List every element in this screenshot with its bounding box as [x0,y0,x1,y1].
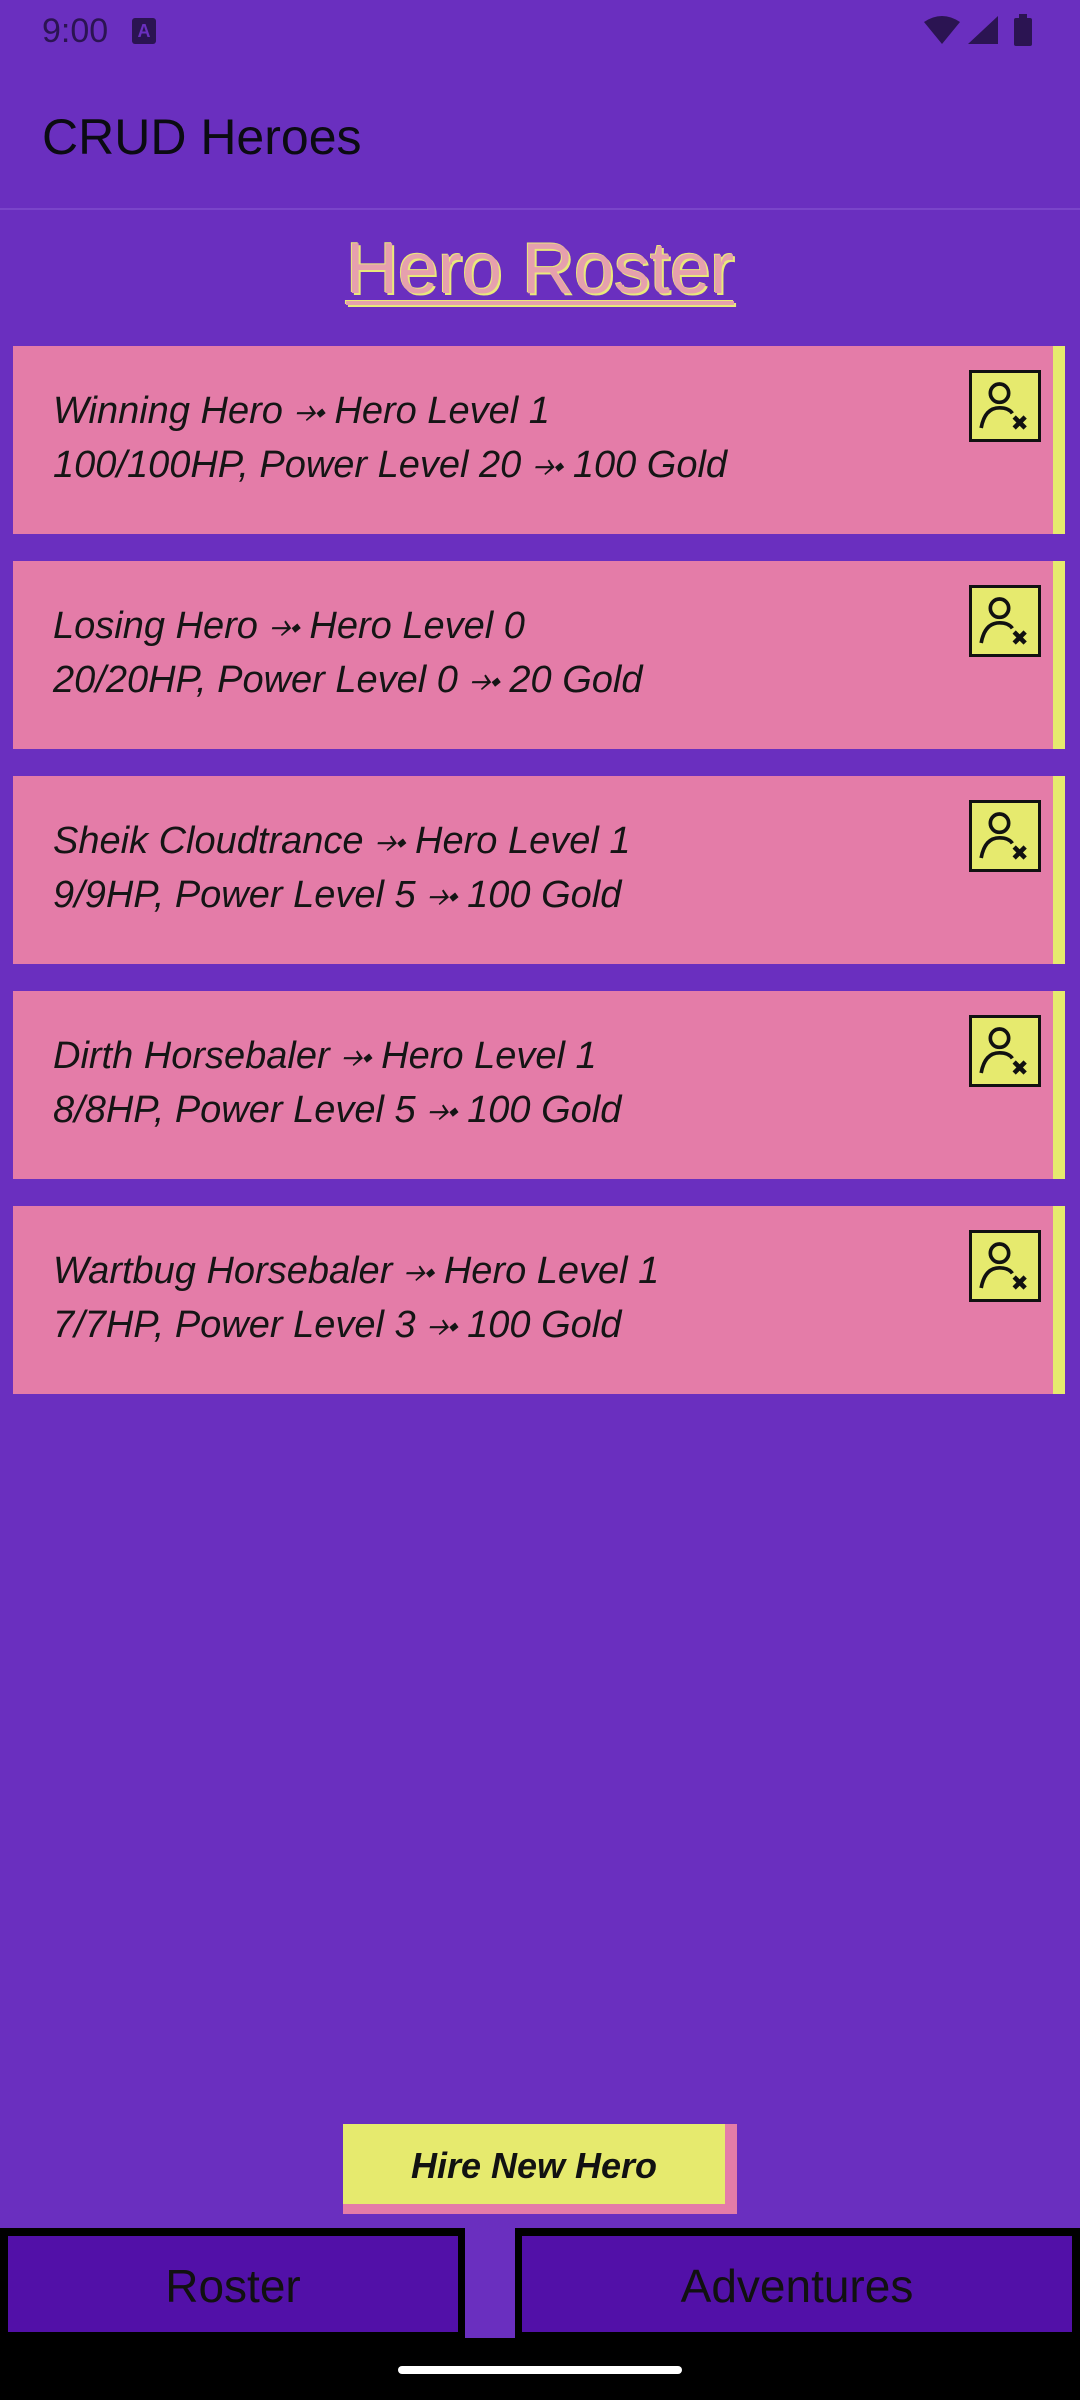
hero-name-level: Winning Hero ⤞ Hero Level 1 [53,390,550,432]
status-bar: 9:00 A [0,0,1080,62]
delete-hero-button[interactable] [969,1015,1041,1087]
hero-name-level: Losing Hero ⤞ Hero Level 0 [53,605,525,647]
delete-hero-button[interactable] [969,800,1041,872]
hire-new-hero-button[interactable]: Hire New Hero [343,2124,737,2214]
hero-card[interactable]: Losing Hero ⤞ Hero Level 0 20/20HP, Powe… [13,561,1065,749]
page-title: Hero Roster [345,229,735,309]
nav-roster-button[interactable]: Roster [6,2234,460,2334]
delete-hero-button[interactable] [969,370,1041,442]
hero-card[interactable]: Sheik Cloudtrance ⤞ Hero Level 1 9/9HP, … [13,776,1065,964]
delete-hero-button[interactable] [969,585,1041,657]
notification-icon: A [132,18,156,44]
hero-stats: 100/100HP, Power Level 20 ⤞ 100 Gold [53,444,728,486]
hero-stats: 20/20HP, Power Level 0 ⤞ 20 Gold [53,659,643,701]
hero-stats: 8/8HP, Power Level 5 ⤞ 100 Gold [53,1089,622,1131]
remove-user-icon [979,1027,1027,1075]
wifi-icon [924,16,960,44]
remove-user-icon [979,382,1027,430]
hero-stats: 9/9HP, Power Level 5 ⤞ 100 Gold [53,874,622,916]
remove-user-icon [979,1242,1027,1290]
hero-card[interactable]: Wartbug Horsebaler ⤞ Hero Level 1 7/7HP,… [13,1206,1065,1394]
hero-name-level: Dirth Horsebaler ⤞ Hero Level 1 [53,1035,597,1077]
nav-adventures-button[interactable]: Adventures [520,2234,1074,2334]
app-title: CRUD Heroes [42,109,362,165]
gesture-bar [0,2338,1080,2400]
app-bar: CRUD Heroes [0,62,1080,210]
gesture-handle[interactable] [398,2366,682,2374]
hero-card[interactable]: Winning Hero ⤞ Hero Level 1 100/100HP, P… [13,346,1065,534]
remove-user-icon [979,812,1027,860]
hero-card[interactable]: Dirth Horsebaler ⤞ Hero Level 1 8/8HP, P… [13,991,1065,1179]
hero-name-level: Wartbug Horsebaler ⤞ Hero Level 1 [53,1250,660,1292]
delete-hero-button[interactable] [969,1230,1041,1302]
battery-icon [1014,18,1032,46]
status-time: 9:00 [42,12,109,50]
signal-icon [968,16,998,44]
nav-separator [465,2228,515,2338]
remove-user-icon [979,597,1027,645]
hero-stats: 7/7HP, Power Level 3 ⤞ 100 Gold [53,1304,622,1346]
hero-name-level: Sheik Cloudtrance ⤞ Hero Level 1 [53,820,631,862]
status-icons [924,14,1032,46]
bottom-nav: Roster Adventures [0,2228,1080,2338]
